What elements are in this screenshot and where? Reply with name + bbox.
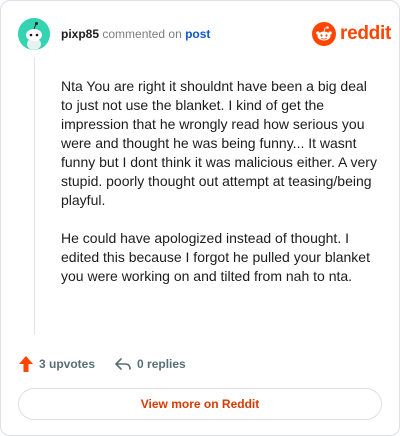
comment-header: pixp85 commented on post — [61, 27, 210, 41]
upvote-arrow-icon — [19, 356, 33, 372]
comment-paragraph-2: He could have apologized instead of thou… — [61, 230, 370, 284]
comment-paragraph-1: Nta You are right it shouldnt have been … — [61, 78, 377, 208]
post-link[interactable]: post — [185, 27, 210, 41]
upvote-count: 3 upvotes — [39, 357, 96, 371]
reply-button[interactable]: 0 replies — [114, 356, 186, 372]
thread-line — [34, 57, 35, 335]
upvote-button[interactable]: 3 upvotes — [18, 355, 95, 373]
snoo-avatar-icon — [18, 18, 50, 50]
comment-card: pixp85 commented on post reddit Nta You … — [0, 0, 400, 436]
reddit-logo-icon — [312, 22, 336, 46]
reddit-wordmark: reddit — [340, 23, 391, 44]
comment-body: Nta You are right it shouldnt have been … — [61, 77, 381, 305]
comment-actions: 3 upvotes 0 replies — [18, 355, 186, 373]
reddit-brand[interactable]: reddit — [312, 21, 391, 47]
view-more-button[interactable]: View more on Reddit — [18, 388, 382, 420]
username[interactable]: pixp85 — [61, 27, 99, 41]
reply-count: 0 replies — [137, 357, 186, 371]
reply-arrow-icon — [115, 358, 131, 370]
user-avatar[interactable] — [18, 18, 50, 50]
action-text: commented on — [102, 27, 182, 41]
